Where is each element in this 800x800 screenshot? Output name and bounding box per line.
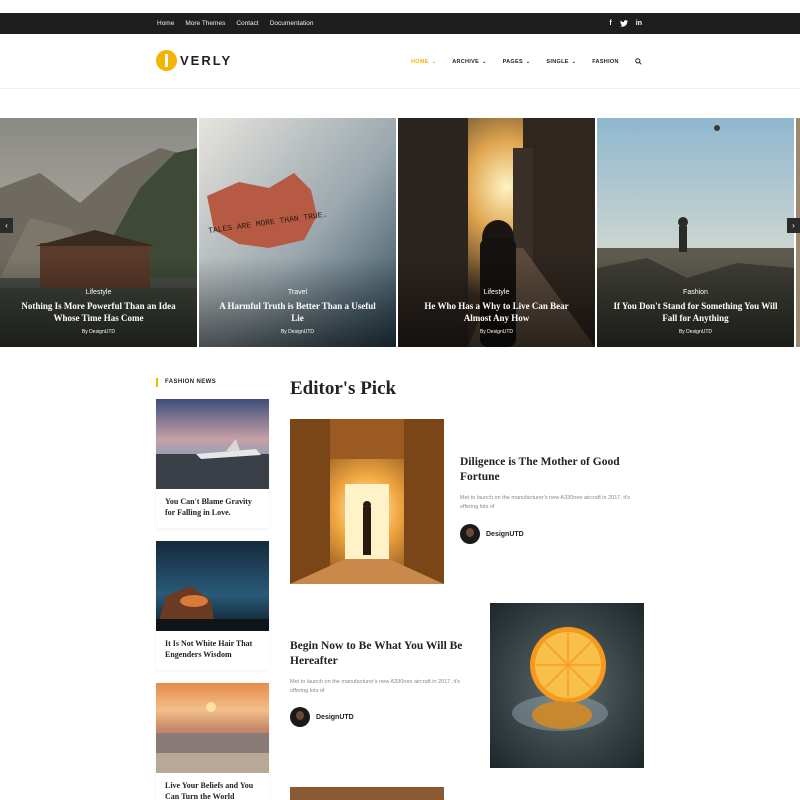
nav-item-label: HOME bbox=[411, 58, 429, 65]
nav-item-single[interactable]: SINGLE ⌄ bbox=[546, 59, 576, 65]
nav-item-label: ARCHIVE bbox=[452, 58, 480, 65]
nav-item-label: FASHION bbox=[592, 58, 619, 65]
chevron-down-icon: ⌄ bbox=[571, 58, 577, 65]
post-image[interactable] bbox=[290, 419, 444, 584]
nav-item-label: SINGLE bbox=[546, 58, 569, 65]
slide-category[interactable]: Lifestyle bbox=[398, 289, 595, 296]
nav-item-pages[interactable]: PAGES ⌄ bbox=[503, 59, 531, 65]
chevron-down-icon: ⌄ bbox=[431, 58, 437, 65]
sidebar-post-title[interactable]: You Can't Blame Gravity for Falling in L… bbox=[156, 489, 269, 528]
nav-item-fashion[interactable]: FASHION bbox=[592, 59, 619, 65]
sidebar-post-card[interactable]: You Can't Blame Gravity for Falling in L… bbox=[156, 399, 269, 528]
post-image[interactable] bbox=[290, 787, 444, 800]
slide-byline: By DesignUTD bbox=[479, 329, 514, 335]
post-excerpt: Met to launch on the manufacturer's new … bbox=[290, 679, 460, 694]
chevron-down-icon: ⌄ bbox=[525, 58, 531, 65]
chevron-right-icon: › bbox=[792, 221, 795, 230]
sidebar-post-title[interactable]: It Is Not White Hair That Engenders Wisd… bbox=[156, 631, 269, 670]
top-nav: Home More Themes Contact Documentation bbox=[157, 13, 324, 34]
slide-category[interactable]: Travel bbox=[199, 289, 396, 296]
social-links: f in bbox=[601, 13, 642, 34]
slide-title[interactable]: If You Don't Stand for Something You Wil… bbox=[597, 301, 794, 324]
nav-item-label: PAGES bbox=[502, 58, 523, 65]
slide-byline: By DesignUTD bbox=[280, 329, 315, 335]
site-logo[interactable]: VERLY bbox=[156, 50, 232, 71]
sidebar-post-image[interactable] bbox=[156, 399, 269, 489]
slide-title[interactable]: Nothing Is More Powerful Than an Idea Wh… bbox=[0, 301, 197, 324]
search-icon[interactable] bbox=[634, 58, 642, 65]
slider-next-button[interactable]: › bbox=[787, 218, 800, 233]
top-nav-home-link[interactable]: Home bbox=[157, 20, 174, 27]
site-header: VERLY HOME ⌄ ARCHIVE ⌄ PAGES ⌄ SINGLE ⌄ FASH… bbox=[0, 34, 800, 89]
top-bar: Home More Themes Contact Documentation f… bbox=[0, 13, 800, 34]
sidebar-heading: FASHION NEWS bbox=[156, 378, 216, 387]
slide-category[interactable]: Fashion bbox=[597, 289, 794, 296]
facebook-icon[interactable]: f bbox=[609, 20, 611, 27]
slide-byline: By DesignUTD bbox=[678, 329, 713, 335]
top-nav-more-themes-link[interactable]: More Themes bbox=[185, 20, 225, 27]
slide-caption: Fashion If You Don't Stand for Something… bbox=[597, 289, 794, 335]
slide-caption: Lifestyle Nothing Is More Powerful Than … bbox=[0, 289, 197, 335]
nav-item-archive[interactable]: ARCHIVE ⌄ bbox=[452, 59, 486, 65]
logo-text: VERLY bbox=[180, 53, 233, 68]
post-author[interactable]: DesignUTD bbox=[290, 707, 354, 727]
chevron-down-icon: ⌄ bbox=[482, 58, 487, 65]
slide-caption: Travel A Harmful Truth is Better Than a … bbox=[199, 289, 396, 335]
section-title: Editor's Pick bbox=[290, 378, 397, 399]
avatar[interactable] bbox=[290, 707, 310, 727]
slide-byline: By DesignUTD bbox=[81, 329, 116, 335]
sidebar-post-image[interactable] bbox=[156, 683, 269, 773]
slide-category[interactable]: Lifestyle bbox=[0, 289, 197, 296]
twitter-icon[interactable] bbox=[619, 20, 628, 27]
logo-mark-icon bbox=[156, 50, 177, 71]
slide-caption: Lifestyle He Who Has a Why to Live Can B… bbox=[398, 289, 595, 335]
slide-card[interactable]: Lifestyle He Who Has a Why to Live Can B… bbox=[398, 118, 595, 347]
slide-card[interactable]: Fashion If You Don't Stand for Something… bbox=[597, 118, 794, 347]
linkedin-icon[interactable]: in bbox=[636, 20, 642, 27]
sidebar-post-title[interactable]: Live Your Beliefs and You Can Turn the W… bbox=[156, 773, 269, 800]
post-author[interactable]: DesignUTD bbox=[460, 524, 524, 544]
top-nav-contact-link[interactable]: Contact bbox=[236, 20, 258, 27]
sidebar-post-card[interactable]: It Is Not White Hair That Engenders Wisd… bbox=[156, 541, 269, 670]
slide-card[interactable]: Lifestyle Nothing Is More Powerful Than … bbox=[0, 118, 197, 347]
slide-title[interactable]: A Harmful Truth is Better Than a Useful … bbox=[199, 301, 396, 324]
post-image[interactable] bbox=[490, 603, 644, 768]
slide-card[interactable]: TALES ARE MORE THAN TRUE. Travel A Harmf… bbox=[199, 118, 396, 347]
chevron-left-icon: ‹ bbox=[5, 221, 8, 230]
post-excerpt: Met to launch on the manufacturer's new … bbox=[460, 495, 630, 510]
top-nav-documentation-link[interactable]: Documentation bbox=[270, 20, 314, 27]
post-title[interactable]: Diligence is The Mother of Good Fortune bbox=[460, 455, 645, 485]
sidebar-post-card[interactable]: Live Your Beliefs and You Can Turn the W… bbox=[156, 683, 269, 800]
featured-slider: Lifestyle Nothing Is More Powerful Than … bbox=[0, 118, 800, 347]
avatar[interactable] bbox=[460, 524, 480, 544]
slide-title[interactable]: He Who Has a Why to Live Can Bear Almost… bbox=[398, 301, 595, 324]
author-name[interactable]: DesignUTD bbox=[486, 531, 524, 538]
main-nav: HOME ⌄ ARCHIVE ⌄ PAGES ⌄ SINGLE ⌄ FASHION bbox=[411, 34, 642, 89]
author-name[interactable]: DesignUTD bbox=[316, 714, 354, 721]
slider-prev-button[interactable]: ‹ bbox=[0, 218, 13, 233]
sidebar-post-image[interactable] bbox=[156, 541, 269, 631]
post-title[interactable]: Begin Now to Be What You Will Be Hereaft… bbox=[290, 639, 475, 669]
nav-item-home[interactable]: HOME ⌄ bbox=[411, 59, 436, 65]
